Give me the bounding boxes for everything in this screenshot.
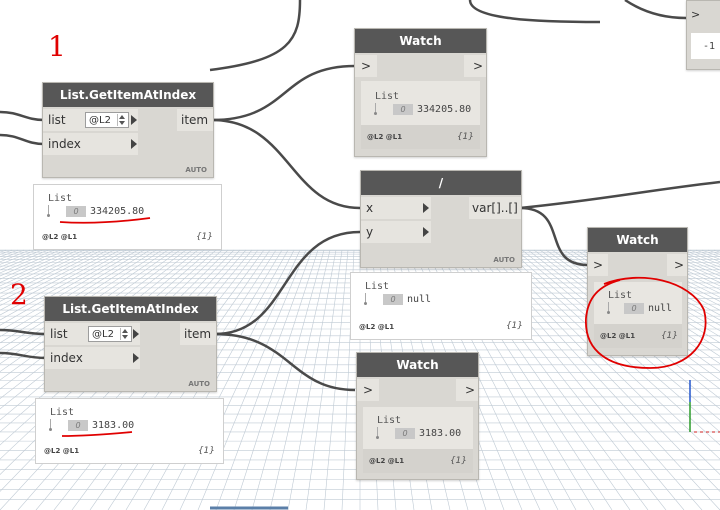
preview-levels: @L2 @L1 [367, 133, 403, 141]
chevron-right-icon [133, 329, 139, 339]
preview-levels: @L2 @L1 [600, 332, 636, 340]
partial-preview: -1 [691, 33, 720, 59]
preview-index: 0 [393, 104, 413, 115]
node-watch-right[interactable]: Watch > > List 0 null @L2 @L1 {1} [587, 227, 688, 356]
preview-index: 0 [66, 206, 86, 217]
preview-count: {1} [660, 331, 678, 341]
node-watch-top[interactable]: Watch > > List 0 334205.80 @L2 @L1 {1} [354, 28, 487, 157]
node-divide[interactable]: / x y var[]..[] AUTO [360, 170, 522, 268]
input-port-list[interactable]: list [48, 113, 66, 127]
preview-value: 334205.80 [90, 206, 145, 217]
input-port[interactable]: > [361, 59, 371, 73]
preview-list-label: List [48, 193, 73, 204]
lacing-label: AUTO [493, 256, 515, 264]
preview-index: 0 [395, 428, 415, 439]
list-level-value: @L2 [92, 329, 114, 340]
output-port-var[interactable]: var[]..[] [472, 201, 518, 215]
partial-node[interactable]: > -1 [686, 0, 720, 70]
preview-value: 334205.80 [417, 104, 472, 115]
input-port[interactable]: > [593, 258, 603, 272]
list-level-dropdown[interactable]: @L2 [85, 112, 129, 128]
chevron-right-icon [423, 227, 429, 237]
list-level-value: @L2 [89, 115, 111, 126]
input-port-y[interactable]: y [366, 225, 373, 239]
node-watch-bottom[interactable]: Watch > > List 0 3183.00 @L2 @L1 {1} [356, 352, 479, 480]
chevron-right-icon [423, 203, 429, 213]
node-title[interactable]: List.GetItemAtIndex [43, 83, 213, 107]
chevron-right-icon [131, 115, 137, 125]
preview-list-label: List [375, 91, 400, 102]
input-port-index[interactable]: index [50, 351, 83, 365]
preview-levels: @L2 @L1 [44, 447, 80, 455]
watch-preview: List 0 3183.00 @L2 @L1 {1} [363, 407, 473, 473]
node-title[interactable]: Watch [588, 228, 687, 252]
preview-count: {1} [505, 321, 523, 331]
preview-value: null [407, 294, 432, 305]
preview-count: {1} [195, 232, 213, 242]
preview-list-label: List [608, 290, 633, 301]
input-port[interactable]: > [363, 383, 373, 397]
preview-list-label: List [365, 281, 390, 292]
input-port-index[interactable]: index [48, 137, 81, 151]
input-port-list[interactable]: list [50, 327, 68, 341]
lacing-label: AUTO [185, 166, 207, 174]
watch-preview: List 0 334205.80 @L2 @L1 {1} [361, 81, 480, 149]
spinner-icon[interactable] [117, 114, 127, 126]
output-port-item[interactable]: item [181, 113, 208, 127]
node-title[interactable]: List.GetItemAtIndex [45, 297, 216, 321]
preview-levels: @L2 @L1 [359, 323, 395, 331]
preview-levels: @L2 @L1 [369, 457, 405, 465]
output-port[interactable]: > [473, 59, 483, 73]
output-port-item[interactable]: item [184, 327, 211, 341]
node-title[interactable]: / [361, 171, 521, 195]
preview-levels: @L2 @L1 [42, 233, 78, 241]
node-title[interactable]: Watch [357, 353, 478, 377]
preview-bubble-get1: List 0 334205.80 @L2 @L1 {1} [33, 184, 222, 250]
preview-count: {1} [456, 132, 474, 142]
output-port[interactable]: > [465, 383, 475, 397]
output-port[interactable]: > [691, 8, 700, 21]
node-get-item-at-index-2[interactable]: List.GetItemAtIndex list index @L2 item … [44, 296, 217, 392]
preview-index: 0 [68, 420, 88, 431]
preview-bubble-divide: List 0 null @L2 @L1 {1} [350, 272, 532, 340]
chevron-right-icon [131, 139, 137, 149]
node-get-item-at-index-1[interactable]: List.GetItemAtIndex list index @L2 item … [42, 82, 214, 178]
preview-bubble-get2: List 0 3183.00 @L2 @L1 {1} [35, 398, 224, 464]
chevron-right-icon [133, 353, 139, 363]
preview-count: {1} [449, 456, 467, 466]
preview-list-label: List [50, 407, 75, 418]
preview-value: -1 [703, 41, 716, 52]
preview-count: {1} [197, 446, 215, 456]
preview-index: 0 [624, 303, 644, 314]
node-title[interactable]: Watch [355, 29, 486, 53]
preview-list-label: List [377, 415, 402, 426]
preview-value: 3183.00 [419, 428, 462, 439]
output-port[interactable]: > [674, 258, 684, 272]
preview-value: null [648, 303, 673, 314]
preview-value: 3183.00 [92, 420, 135, 431]
input-port-x[interactable]: x [366, 201, 373, 215]
lacing-label: AUTO [188, 380, 210, 388]
spinner-icon[interactable] [120, 328, 130, 340]
watch-preview: List 0 null @L2 @L1 {1} [594, 282, 682, 348]
annotation-number-2: 2 [10, 278, 28, 311]
annotation-number-1: 1 [48, 30, 66, 63]
list-level-dropdown[interactable]: @L2 [88, 326, 132, 342]
preview-index: 0 [383, 294, 403, 305]
graph-canvas[interactable]: > -1 List.GetItemAtIndex list index @L2 … [0, 0, 720, 510]
